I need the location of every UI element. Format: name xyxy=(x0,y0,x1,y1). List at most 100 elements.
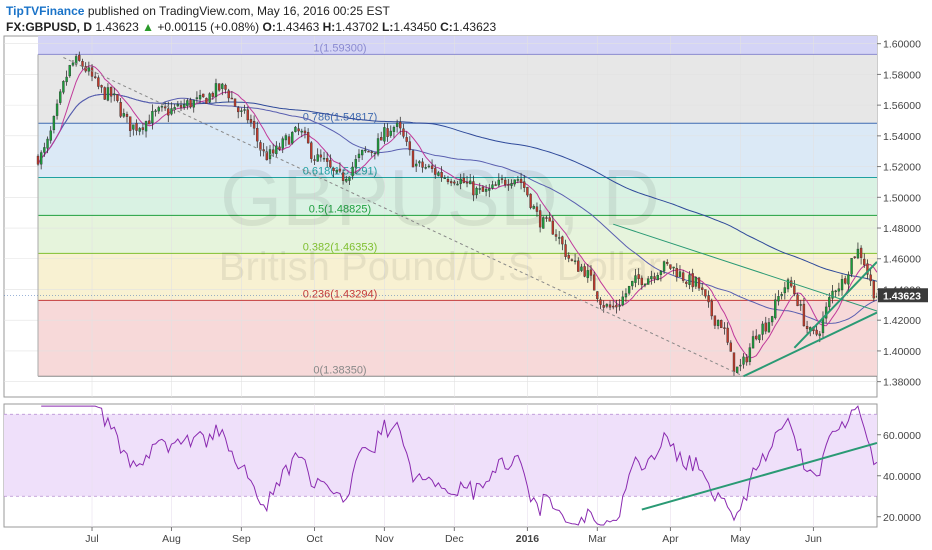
candle-body-186 xyxy=(627,285,631,294)
candle-body-198 xyxy=(666,262,669,264)
candle-body-252 xyxy=(837,288,841,292)
candle-body-215 xyxy=(720,320,723,329)
candle-body-197 xyxy=(662,261,666,272)
candle-body-105 xyxy=(370,151,373,153)
candle-body-83 xyxy=(300,130,303,133)
candle-body-115 xyxy=(402,128,405,137)
candle-body-163 xyxy=(554,234,558,237)
rsi-band xyxy=(4,414,877,497)
candle-body-170 xyxy=(577,260,580,272)
candle-body-253 xyxy=(840,279,844,291)
candle-body-221 xyxy=(739,364,742,367)
fib-band-1 xyxy=(38,54,877,124)
candle-body-137 xyxy=(472,181,475,196)
candle-body-25 xyxy=(116,94,119,101)
candle-body-224 xyxy=(748,347,752,362)
candle-body-76 xyxy=(278,146,281,150)
candle-body-148 xyxy=(507,184,510,186)
candle-body-2 xyxy=(43,147,46,153)
candle-body-129 xyxy=(446,179,450,183)
watermark-symbol: GBPUSD, D xyxy=(220,153,660,242)
candle-body-82 xyxy=(297,128,300,132)
chart-canvas[interactable]: 1(1.59300)0.786(1.54817)0.618(1.51291)0.… xyxy=(0,0,932,550)
candle-body-246 xyxy=(818,333,821,336)
candle-body-7 xyxy=(59,91,62,103)
candle-body-55 xyxy=(211,92,214,97)
candle-body-71 xyxy=(262,149,265,152)
candle-body-171 xyxy=(580,266,583,271)
candle-body-36 xyxy=(151,111,154,124)
fib-label-0: 1(1.59300) xyxy=(313,42,366,54)
candle-body-191 xyxy=(643,283,647,286)
candle-body-21 xyxy=(103,87,106,100)
candle-body-1 xyxy=(39,152,43,165)
candle-body-245 xyxy=(815,329,818,335)
candle-body-158 xyxy=(538,210,542,228)
candle-body-112 xyxy=(392,126,396,132)
candle-body-117 xyxy=(408,141,412,151)
candle-body-160 xyxy=(545,217,548,219)
candle-body-86 xyxy=(310,142,313,159)
candle-body-57 xyxy=(217,83,221,91)
candle-body-264 xyxy=(875,295,877,298)
candle-body-101 xyxy=(357,153,361,159)
candle-body-219 xyxy=(732,352,736,373)
candle-body-91 xyxy=(326,158,329,162)
candle-body-114 xyxy=(399,121,402,129)
candle-body-77 xyxy=(281,138,284,149)
candle-body-161 xyxy=(548,217,551,222)
candle-body-130 xyxy=(449,181,453,184)
y-tick-label-11: 1.38000 xyxy=(883,377,921,389)
candle-body-173 xyxy=(586,270,589,279)
candle-body-22 xyxy=(106,87,110,101)
fib-label-6: 0(1.38350) xyxy=(313,364,366,376)
candle-body-228 xyxy=(761,323,764,335)
candle-body-113 xyxy=(395,122,399,127)
candle-body-84 xyxy=(303,130,307,134)
candle-body-66 xyxy=(246,109,249,121)
candle-body-156 xyxy=(532,205,535,209)
candle-body-44 xyxy=(176,104,180,107)
candle-body-39 xyxy=(160,106,164,108)
candle-body-45 xyxy=(179,105,183,108)
candle-body-23 xyxy=(109,87,113,97)
candle-body-256 xyxy=(850,257,853,275)
candle-body-109 xyxy=(383,127,386,142)
candle-body-6 xyxy=(55,103,59,116)
candle-body-179 xyxy=(605,304,609,307)
candle-body-238 xyxy=(793,285,796,294)
x-tick-label-6: 2016 xyxy=(516,533,540,545)
candle-body-97 xyxy=(345,179,348,182)
candle-body-153 xyxy=(523,181,526,188)
candle-body-192 xyxy=(647,278,650,285)
candle-body-33 xyxy=(141,127,145,130)
candle-body-141 xyxy=(484,188,488,192)
x-tick-label-5: Dec xyxy=(445,533,464,545)
candle-body-135 xyxy=(465,181,469,184)
candle-body-151 xyxy=(516,179,520,181)
candle-body-209 xyxy=(701,287,704,290)
candle-body-31 xyxy=(135,123,138,131)
candle-body-89 xyxy=(319,154,323,158)
y-tick-label-1: 1.58000 xyxy=(883,69,921,81)
candle-body-147 xyxy=(503,179,507,185)
x-tick-label-7: Mar xyxy=(588,533,607,545)
candle-body-116 xyxy=(405,137,408,142)
rsi-tick-label-2: 20.0000 xyxy=(883,512,921,524)
candle-body-184 xyxy=(621,296,624,306)
candle-body-213 xyxy=(713,315,717,326)
candle-body-177 xyxy=(599,299,602,305)
candle-body-260 xyxy=(863,258,866,266)
candle-body-134 xyxy=(462,177,466,183)
candle-body-183 xyxy=(618,305,621,307)
y-tick-label-2: 1.56000 xyxy=(883,100,921,112)
candle-body-95 xyxy=(338,168,342,172)
candle-body-53 xyxy=(205,97,208,104)
candle-body-99 xyxy=(351,166,354,177)
candle-body-88 xyxy=(316,154,319,162)
candle-body-26 xyxy=(119,102,122,117)
candle-body-193 xyxy=(650,276,653,280)
candle-body-35 xyxy=(148,120,151,125)
candle-body-262 xyxy=(869,274,872,282)
candle-body-166 xyxy=(564,244,567,258)
